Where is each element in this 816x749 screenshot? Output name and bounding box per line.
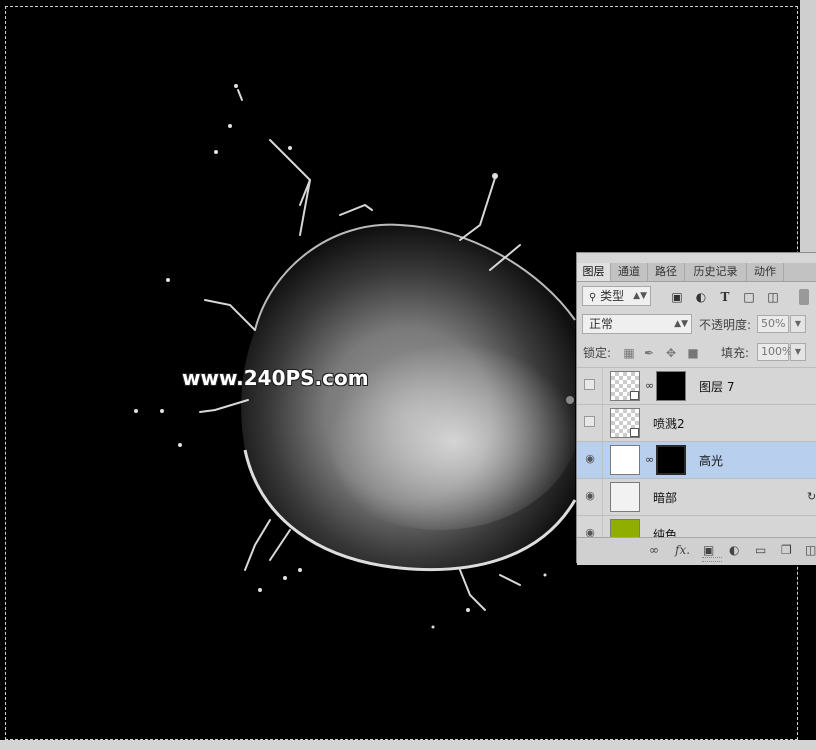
updown-icon: ▲▼ — [674, 319, 688, 329]
lock-brush-icon[interactable]: ✒ — [641, 345, 657, 361]
layer-row[interactable]: 喷溅2 — [577, 404, 816, 442]
panel-footer: ∞ fx. ▣ ◐ ▭ ❐ ◫ — [577, 537, 816, 565]
chevron-down-icon[interactable]: ▼ — [790, 315, 806, 333]
layer-thumbnail — [610, 371, 640, 401]
lock-label: 锁定: — [583, 346, 612, 360]
lock-transparent-icon[interactable]: ▦ — [621, 345, 637, 361]
fill-input[interactable]: 100% ▼ — [757, 343, 806, 361]
solid-color-swatch — [610, 519, 640, 537]
adjustment-filter-icon[interactable]: ◐ — [693, 289, 709, 305]
divider — [602, 368, 603, 405]
tab-actions[interactable]: 动作 — [747, 263, 784, 281]
filter-row: ⚲ 类型 ▲▼ ▣ ◐ T □ ◫ — [577, 283, 816, 311]
smart-object-icon — [630, 428, 639, 437]
lock-move-icon[interactable]: ✥ — [663, 345, 679, 361]
updown-icon: ▲▼ — [633, 291, 647, 301]
smart-object-icon — [630, 391, 639, 400]
type-filter-icon[interactable]: T — [717, 289, 733, 305]
opacity-value: 50% — [761, 317, 786, 330]
fill-value: 100% — [761, 345, 793, 358]
smart-object-filter-icon[interactable]: ◫ — [765, 289, 781, 305]
opacity-input[interactable]: 50% ▼ — [757, 315, 806, 333]
layer-row[interactable]: ∞ 图层 7 — [577, 367, 816, 405]
link-icon[interactable]: ∞ — [645, 453, 654, 466]
new-layer-icon[interactable]: ❐ — [781, 543, 792, 557]
visibility-toggle-off[interactable] — [584, 379, 595, 390]
eye-icon[interactable]: ◉ — [583, 489, 597, 503]
add-mask-icon[interactable]: ▣ — [703, 543, 714, 557]
layer-name: 高光 — [699, 454, 724, 468]
blend-mode-select[interactable]: 正常 ▲▼ — [582, 314, 692, 334]
filter-kind-select[interactable]: ⚲ 类型 ▲▼ — [582, 286, 651, 306]
watermark-text: www.240PS.com — [182, 366, 369, 390]
layer-row[interactable]: ◉ 纯色 — [577, 515, 816, 537]
panel-tabs: 图层 通道 路径 历史记录 动作 — [577, 263, 816, 282]
blend-mode-value: 正常 — [589, 317, 614, 331]
canvas-right-edge — [800, 0, 816, 252]
divider — [602, 516, 603, 537]
layer-mask-thumbnail[interactable] — [656, 445, 686, 475]
tab-history[interactable]: 历史记录 — [685, 263, 747, 281]
divider — [602, 479, 603, 516]
image-filter-icon[interactable]: ▣ — [669, 289, 685, 305]
layer-mask-thumbnail[interactable] — [656, 371, 686, 401]
adjustment-layer-icon[interactable]: ◐ — [729, 543, 739, 557]
link-layers-icon[interactable]: ∞ — [649, 543, 659, 557]
blend-row: 正常 ▲▼ 不透明度: 50% ▼ — [577, 311, 816, 339]
layer-row[interactable]: ◉ 暗部 ↻ — [577, 478, 816, 516]
tab-paths[interactable]: 路径 — [648, 263, 685, 281]
shape-filter-icon[interactable]: □ — [741, 289, 757, 305]
layer-thumbnail — [610, 408, 640, 438]
chevron-down-icon[interactable]: ▼ — [790, 343, 806, 361]
filter-kind-value: 类型 — [600, 289, 625, 303]
layer-name: 喷溅2 — [653, 417, 685, 431]
tab-layers[interactable]: 图层 — [577, 263, 611, 281]
layer-name: 纯色 — [653, 528, 678, 537]
resize-grip[interactable] — [702, 557, 722, 562]
opacity-label: 不透明度: — [699, 318, 752, 332]
lock-all-icon[interactable]: ■ — [685, 345, 701, 361]
lock-row: 锁定: ▦ ✒ ✥ ■ 填充: 100% ▼ — [577, 339, 816, 367]
divider — [602, 405, 603, 442]
trash-icon[interactable]: ◫ — [805, 543, 816, 557]
divider — [602, 442, 603, 479]
fx-icon[interactable]: fx. — [675, 543, 690, 557]
layer-name: 暗部 — [653, 491, 678, 505]
layer-effects-icon[interactable]: ↻ — [807, 490, 816, 503]
layer-thumbnail — [610, 445, 640, 475]
folder-icon[interactable]: ▭ — [755, 543, 766, 557]
tab-channels[interactable]: 通道 — [611, 263, 648, 281]
link-icon[interactable]: ∞ — [645, 379, 654, 392]
layer-name: 图层 7 — [699, 380, 735, 394]
canvas-bottom-edge — [0, 740, 816, 749]
layer-row-selected[interactable]: ◉ ∞ 高光 — [577, 441, 816, 479]
eye-icon[interactable]: ◉ — [583, 526, 597, 537]
layer-thumbnail — [610, 482, 640, 512]
filter-toggle-icon[interactable] — [799, 289, 809, 305]
fill-label: 填充: — [721, 346, 750, 360]
layers-panel: 图层 通道 路径 历史记录 动作 ⚲ 类型 ▲▼ ▣ ◐ T □ ◫ 正常 ▲▼… — [576, 252, 816, 565]
search-icon: ⚲ — [589, 292, 597, 303]
visibility-toggle-off[interactable] — [584, 416, 595, 427]
eye-icon[interactable]: ◉ — [583, 452, 597, 466]
